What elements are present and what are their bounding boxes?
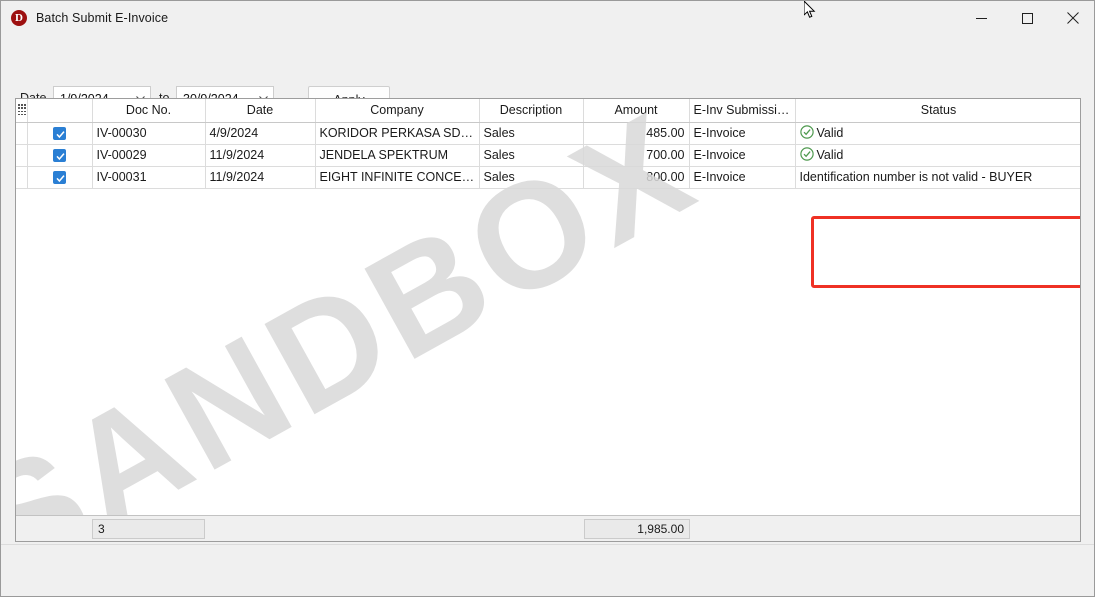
summary-total-amount: 1,985.00 bbox=[584, 519, 690, 539]
cell-company: JENDELA SPEKTRUM bbox=[315, 144, 480, 167]
cell-doc-no: IV-00031 bbox=[92, 166, 206, 189]
cell-doc-no: IV-00029 bbox=[92, 144, 206, 167]
table-header: Doc No. Date Company Description Amount … bbox=[16, 99, 1080, 123]
cell-description: Sales bbox=[479, 144, 584, 167]
row-grip-cell bbox=[16, 122, 28, 145]
column-header-description[interactable]: Description bbox=[479, 99, 584, 123]
status-highlight-box bbox=[811, 216, 1080, 288]
cell-date: 4/9/2024 bbox=[205, 122, 316, 145]
filter-toolbar: Date 1/9/2024 to 30/9/2024 Apply bbox=[1, 35, 1094, 113]
status-bar: Valid: 2 Others: 1 Submit bbox=[1, 544, 1094, 596]
cell-doc-no: IV-00030 bbox=[92, 122, 206, 145]
invoice-table: Doc No. Date Company Description Amount … bbox=[16, 99, 1080, 189]
checkbox-checked-icon[interactable] bbox=[53, 149, 66, 163]
grid-summary-bar: 3 1,985.00 bbox=[16, 515, 1080, 541]
column-header-company[interactable]: Company bbox=[315, 99, 480, 123]
checkbox-checked-icon[interactable] bbox=[53, 171, 66, 185]
table-body: IV-00030 4/9/2024 KORIDOR PERKASA SDN ... S… bbox=[16, 122, 1080, 189]
column-header-einv-submission[interactable]: E-Inv Submission bbox=[689, 99, 796, 123]
cell-description: Sales bbox=[479, 122, 584, 145]
cell-amount: 700.00 bbox=[583, 144, 690, 167]
status-text: Identification number is not valid - BUY… bbox=[799, 170, 1033, 184]
window-title: Batch Submit E-Invoice bbox=[36, 11, 169, 25]
table-row[interactable]: IV-00031 11/9/2024 EIGHT INFINITE CONCEPT S… bbox=[16, 166, 1080, 189]
check-circle-icon bbox=[799, 146, 814, 164]
row-select-checkbox[interactable] bbox=[27, 144, 93, 167]
status-badge: Identification number is not valid - BUY… bbox=[800, 170, 1078, 184]
status-text: Valid bbox=[816, 148, 844, 162]
cell-date: 11/9/2024 bbox=[205, 166, 316, 189]
status-text: Valid bbox=[816, 126, 844, 140]
batch-submit-einvoice-window: D Batch Submit E-Invoice Date 1/9/2024 t… bbox=[0, 0, 1095, 597]
row-select-checkbox[interactable] bbox=[27, 166, 93, 189]
table-row[interactable]: IV-00030 4/9/2024 KORIDOR PERKASA SDN ... S… bbox=[16, 122, 1080, 145]
cell-company: KORIDOR PERKASA SDN ... bbox=[315, 122, 480, 145]
cell-amount: 485.00 bbox=[583, 122, 690, 145]
cell-status: Valid bbox=[795, 122, 1080, 145]
check-circle-icon bbox=[799, 124, 814, 142]
cell-status: Valid bbox=[795, 144, 1080, 167]
cell-date: 11/9/2024 bbox=[205, 144, 316, 167]
row-grip-cell bbox=[16, 166, 28, 189]
column-header-amount[interactable]: Amount bbox=[583, 99, 690, 123]
cell-company: EIGHT INFINITE CONCEPT bbox=[315, 166, 480, 189]
cell-amount: 800.00 bbox=[583, 166, 690, 189]
status-badge: Valid bbox=[799, 146, 1078, 164]
row-select-checkbox[interactable] bbox=[27, 122, 93, 145]
column-header-select[interactable] bbox=[27, 99, 93, 123]
title-bar: D Batch Submit E-Invoice bbox=[1, 1, 1094, 35]
cell-einv-submission: E-Invoice bbox=[689, 122, 796, 145]
summary-row-count: 3 bbox=[92, 519, 205, 539]
grip-dots-icon bbox=[18, 104, 26, 116]
status-badge: Valid bbox=[799, 124, 1078, 142]
column-header-doc-no[interactable]: Doc No. bbox=[92, 99, 206, 123]
app-logo-icon: D bbox=[11, 10, 27, 26]
cell-status: Identification number is not valid - BUY… bbox=[795, 166, 1080, 189]
table-row[interactable]: IV-00029 11/9/2024 JENDELA SPEKTRUM Sales 70… bbox=[16, 144, 1080, 167]
cell-einv-submission: E-Invoice bbox=[689, 144, 796, 167]
table-header-row: Doc No. Date Company Description Amount … bbox=[16, 99, 1080, 123]
minimize-icon[interactable] bbox=[958, 1, 1004, 35]
column-header-status[interactable]: Status bbox=[795, 99, 1080, 123]
row-grip-cell bbox=[16, 144, 28, 167]
grid-grip-icon[interactable] bbox=[16, 99, 28, 123]
invoice-grid: SANDBOX Doc No. Date Company Description… bbox=[15, 98, 1081, 542]
maximize-icon[interactable] bbox=[1004, 1, 1050, 35]
close-icon[interactable] bbox=[1050, 1, 1094, 35]
cell-einv-submission: E-Invoice bbox=[689, 166, 796, 189]
column-header-date[interactable]: Date bbox=[205, 99, 316, 123]
window-controls bbox=[958, 1, 1094, 35]
cell-description: Sales bbox=[479, 166, 584, 189]
checkbox-checked-icon[interactable] bbox=[53, 127, 66, 141]
app-logo-letter: D bbox=[15, 11, 23, 24]
